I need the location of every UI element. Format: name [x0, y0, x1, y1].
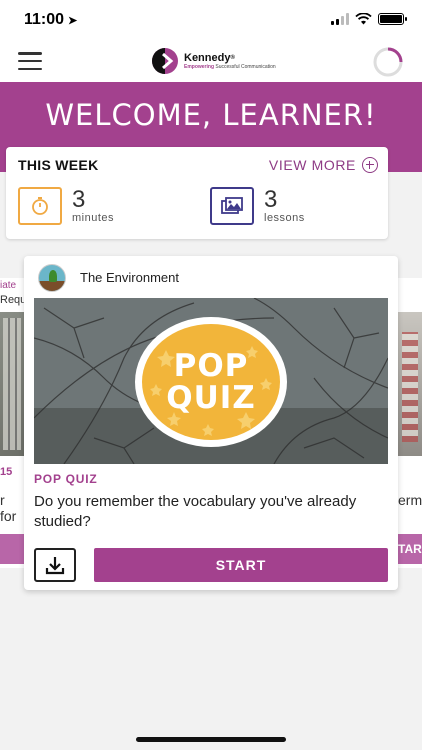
lessons-unit: lessons [264, 212, 305, 224]
quiz-question: Do you remember the vocabulary you've al… [34, 493, 357, 530]
next-card-image [398, 312, 422, 456]
view-more-label: VIEW MORE [268, 157, 356, 173]
prev-card-tag: iate [0, 280, 17, 291]
gallery-icon [210, 187, 254, 225]
clock-text: 11:00 [24, 11, 65, 28]
carousel-card-previous[interactable]: iate Requ 15 r for [0, 278, 24, 568]
kennedy-logo-icon [152, 48, 178, 74]
quiz-image: POP QUIZ [34, 298, 388, 464]
hamburger-menu-icon[interactable] [18, 52, 42, 70]
carousel-card-next[interactable]: erm TAR [398, 278, 422, 568]
wifi-icon [355, 13, 372, 25]
status-time: 11:00 ➤ [24, 11, 77, 29]
status-icons [331, 13, 407, 25]
minutes-unit: minutes [72, 212, 115, 224]
this-week-card: THIS WEEK VIEW MORE 3 minutes 3 lessons [6, 147, 388, 239]
download-icon [45, 557, 65, 575]
prev-card-subtitle: Requ [0, 294, 24, 306]
pop-quiz-badge-text: POP QUIZ [166, 348, 256, 416]
logo-tagline: Empowering Successful Communication [184, 63, 276, 70]
pop-quiz-card: The Environment POP QUIZ POP QUIZ Do you… [24, 256, 398, 590]
prev-card-button[interactable] [0, 534, 24, 564]
this-week-label: THIS WEEK [18, 157, 99, 173]
app-header: Kennedy® Empowering Successful Communica… [0, 40, 422, 82]
plus-circle-icon [362, 157, 378, 173]
environment-topic-icon [38, 264, 66, 292]
status-bar: 11:00 ➤ [0, 0, 422, 40]
battery-icon [378, 13, 407, 25]
logo-brand: Kennedy® [184, 51, 235, 64]
prev-card-image [0, 312, 24, 456]
next-card-text: erm [398, 492, 422, 508]
minutes-stat: 3 minutes [18, 187, 114, 225]
lessons-stat: 3 lessons [210, 187, 305, 225]
prev-card-text: r for [0, 492, 17, 524]
home-indicator[interactable] [136, 737, 286, 742]
minutes-value: 3 [72, 186, 86, 213]
kennedy-logo: Kennedy® Empowering Successful Communica… [150, 46, 276, 76]
prev-card-number: 15 [0, 466, 13, 478]
view-more-button[interactable]: VIEW MORE [269, 157, 378, 173]
stopwatch-icon [18, 187, 62, 225]
topic-name: The Environment [80, 270, 179, 285]
next-card-start-button[interactable]: TAR [398, 534, 422, 564]
start-button[interactable]: START [94, 548, 388, 582]
location-arrow-icon: ➤ [68, 15, 78, 27]
progress-ring-icon[interactable] [372, 46, 404, 78]
download-button[interactable] [34, 548, 76, 582]
quiz-type-tag: POP QUIZ [34, 472, 98, 486]
cellular-signal-icon [331, 13, 349, 25]
lessons-value: 3 [264, 186, 278, 213]
welcome-title: WELCOME, LEARNER! [45, 98, 377, 132]
